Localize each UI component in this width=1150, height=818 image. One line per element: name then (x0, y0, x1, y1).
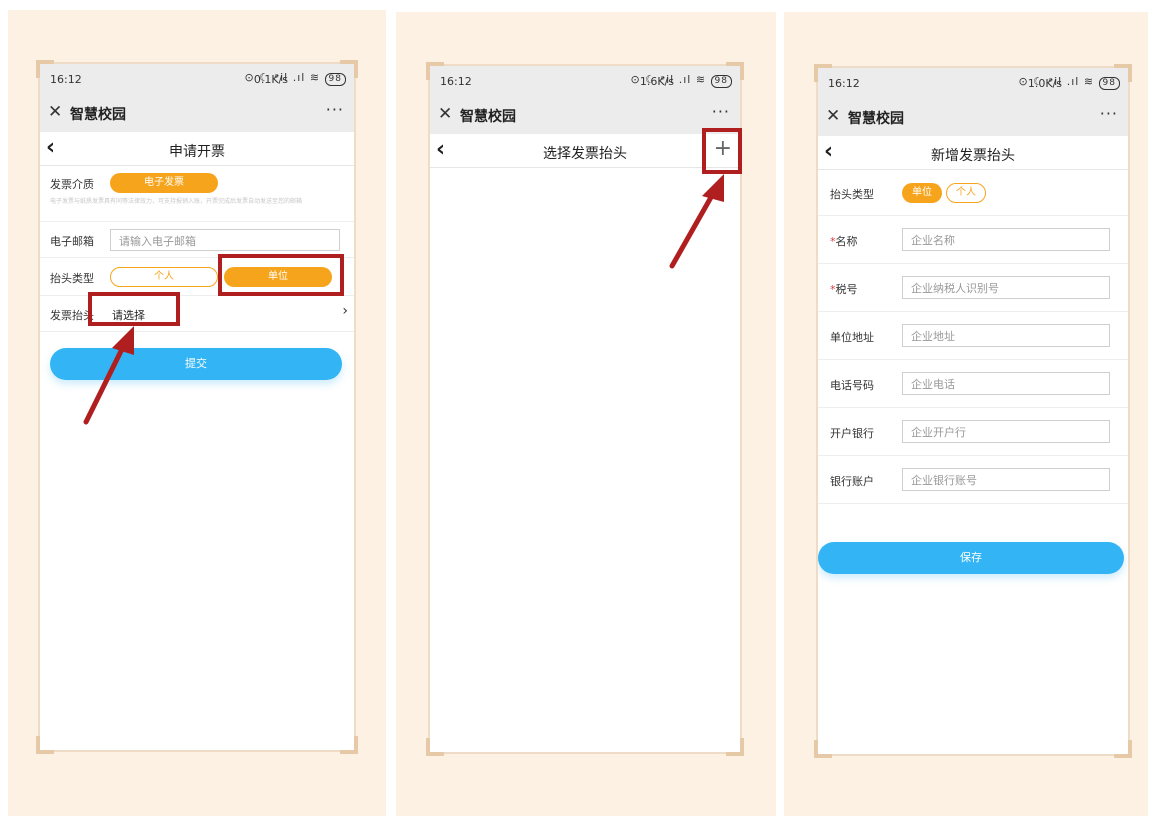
more-icon[interactable]: ··· (1100, 104, 1118, 123)
form-field-label: 单位地址 (830, 329, 874, 345)
phone-screen-3: 16:12 1.0K/s ⊙ ☾ ᵊil .ıl ≋ 98 ✕ 智慧校园 ···… (816, 66, 1130, 756)
form-field-input[interactable]: 企业开户行 (902, 420, 1110, 443)
form-field-input[interactable]: 企业名称 (902, 228, 1110, 251)
app-title: 智慧校园 (848, 111, 904, 127)
status-icons: ⊙ ☾ ᵊil .ıl ≋ 98 (1018, 75, 1120, 90)
save-button[interactable]: 保存 (818, 542, 1124, 574)
form-field-label: *税号 (830, 281, 858, 297)
frame-corner (814, 740, 832, 758)
form-row: *税号 企业纳税人识别号 (818, 264, 1128, 312)
form-field-input[interactable]: 企业电话 (902, 372, 1110, 395)
close-icon[interactable]: ✕ (826, 106, 840, 126)
app-bar: ✕ 智慧校园 ··· (818, 98, 1128, 136)
form-field-label-text: 银行账户 (830, 475, 874, 488)
screenshot-panel-2: 16:12 1.6K/s ⊙ ☾ ᵊil .ıl ≋ 98 ✕ 智慧校园 ···… (396, 12, 776, 816)
form-row: 开户银行 企业开户行 (818, 408, 1128, 456)
form-field-label: 银行账户 (830, 473, 874, 489)
header-type-label: 抬头类型 (830, 188, 874, 201)
nav-bar: ‹ 新增发票抬头 (818, 136, 1128, 170)
status-time: 16:12 (828, 77, 860, 90)
form-field-label-text: 名称 (835, 235, 858, 248)
form-row: *名称 企业名称 (818, 216, 1128, 264)
form-field-label-text: 开户银行 (830, 427, 874, 440)
screenshot-panel-1: 16:12 0.1K/s ⊙ ☾ ᵊil .ıl ≋ 98 ✕ 智慧校园 ···… (8, 10, 386, 816)
form-field-label-text: 税号 (835, 283, 858, 296)
form-field-input[interactable]: 企业银行账号 (902, 468, 1110, 491)
frame-corner (1114, 64, 1132, 82)
status-bar: 16:12 1.0K/s ⊙ ☾ ᵊil .ıl ≋ 98 (818, 68, 1128, 98)
frame-corner (814, 64, 832, 82)
type-company-pill[interactable]: 单位 (902, 183, 942, 203)
form-field-input[interactable]: 企业纳税人识别号 (902, 276, 1110, 299)
form-row: 单位地址 企业地址 (818, 312, 1128, 360)
form-field-label-text: 电话号码 (830, 379, 874, 392)
type-personal-pill[interactable]: 个人 (946, 183, 986, 203)
frame-corner (1114, 740, 1132, 758)
screenshot-panel-3: 16:12 1.0K/s ⊙ ☾ ᵊil .ıl ≋ 98 ✕ 智慧校园 ···… (784, 12, 1148, 816)
form-field-input[interactable]: 企业地址 (902, 324, 1110, 347)
form-row: 电话号码 企业电话 (818, 360, 1128, 408)
form-field-label: *名称 (830, 233, 858, 249)
form-field-label: 开户银行 (830, 425, 874, 441)
annotation-arrow (669, 174, 724, 269)
form-field-label: 电话号码 (830, 377, 874, 393)
form-row: 银行账户 企业银行账号 (818, 456, 1128, 504)
form-field-label-text: 单位地址 (830, 331, 874, 344)
annotation-arrow (83, 326, 134, 425)
page-title: 新增发票抬头 (931, 148, 1015, 164)
header-type-row: 抬头类型 单位 个人 (818, 170, 1128, 216)
signal-icons: ⊙ ☾ ᵊil .ıl ≋ (1018, 75, 1095, 88)
